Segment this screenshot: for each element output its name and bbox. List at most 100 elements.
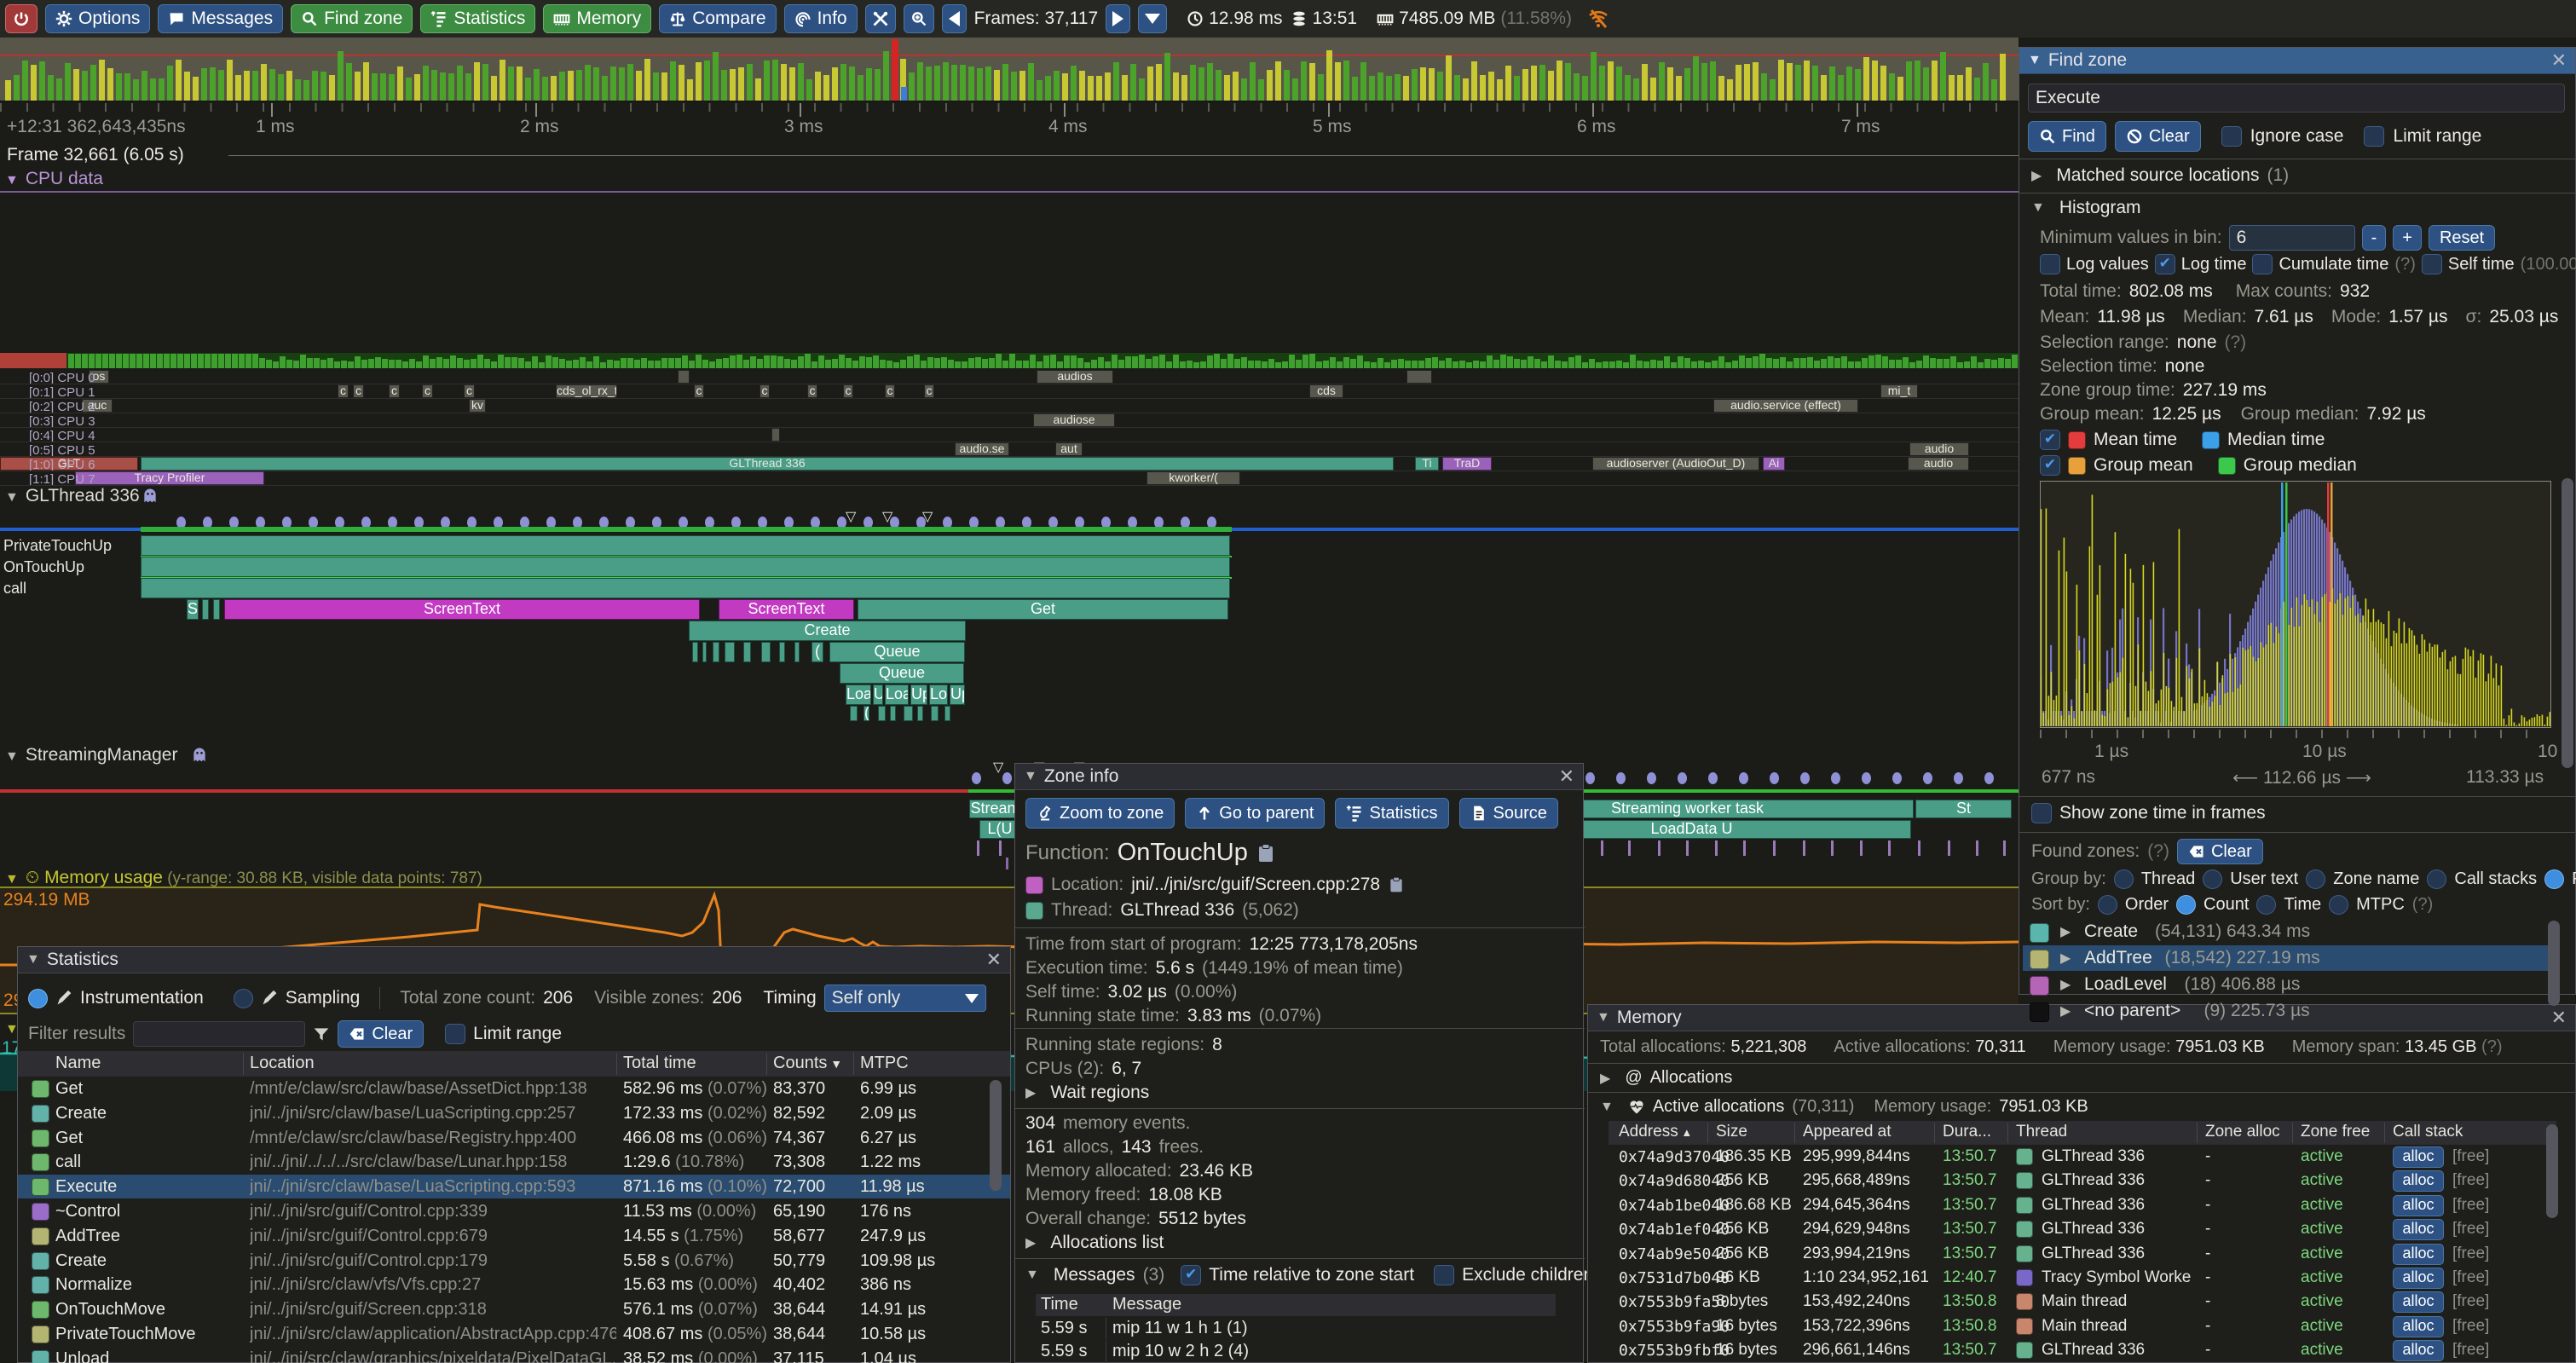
message-dot[interactable]: [1770, 772, 1779, 784]
frame-bar[interactable]: [423, 66, 429, 101]
frame-bar[interactable]: [661, 72, 667, 101]
zone-bar[interactable]: [890, 706, 896, 721]
frame-bar[interactable]: [525, 78, 531, 101]
table-row[interactable]: OnTouchMovejni/../jni/src/guif/Screen.cp…: [18, 1297, 1010, 1321]
find-clear-button[interactable]: Clear: [2115, 121, 2201, 152]
found-zone-row[interactable]: ▶AddTree(18,542) 227.19 ms: [2023, 945, 2558, 971]
message-row[interactable]: 5.59 smip 10 w 2 h 2 (4): [1036, 1341, 1556, 1363]
zone-bar[interactable]: Ti: [1415, 457, 1439, 471]
frame-bar[interactable]: [798, 63, 804, 101]
frame-bar[interactable]: [1923, 67, 1929, 101]
Groupby-radio-zonename[interactable]: [2306, 869, 2325, 889]
frame-bar[interactable]: [1292, 78, 1298, 101]
table-row[interactable]: 0x7553b9fa508 bytes153,492,240ns13:50.8M…: [1609, 1290, 2556, 1314]
frame-bar[interactable]: [1335, 62, 1341, 101]
zone-bar[interactable]: cds_ol_rx_thr: [556, 384, 617, 398]
fz-limit-range-checkbox[interactable]: [2364, 126, 2384, 147]
zone-bar[interactable]: c: [694, 384, 704, 398]
frame-bar[interactable]: [56, 78, 62, 101]
statistics-table[interactable]: Get/mnt/e/claw/src/claw/base/AssetDict.h…: [18, 1077, 1010, 1363]
frame-bar[interactable]: [82, 71, 88, 101]
frame-bar[interactable]: [1650, 78, 1656, 101]
frame-bar[interactable]: [150, 78, 156, 101]
frame-bar[interactable]: [1113, 62, 1119, 101]
frame-bar[interactable]: [210, 67, 216, 101]
table-row[interactable]: Unloadjni/../jni/src/claw/graphics/pixel…: [18, 1347, 1010, 1363]
table-row[interactable]: 0x74ab1ef040256 KB294,629,948ns13:50.7GL…: [1609, 1217, 2556, 1241]
Groupby-radio-callstacks[interactable]: [2427, 869, 2446, 889]
frame-bar[interactable]: [534, 69, 540, 101]
zone-info-title[interactable]: ▼Zone info✕: [1015, 764, 1583, 790]
table-row[interactable]: 0x74a9d37040186.35 KB295,999,844ns13:50.…: [1609, 1145, 2556, 1169]
close-icon[interactable]: ✕: [986, 949, 1002, 971]
log-time-checkbox[interactable]: [2155, 254, 2175, 274]
zone-bar[interactable]: audiose: [1033, 413, 1115, 427]
frame-bar[interactable]: [1224, 75, 1230, 101]
table-row[interactable]: AddTreejni/../jni/src/guif/Control.cpp:6…: [18, 1224, 1010, 1248]
column-header[interactable]: Total time: [623, 1054, 696, 1073]
zone-bar[interactable]: c: [338, 384, 349, 398]
frame-bar[interactable]: [1991, 79, 1997, 101]
alloc-callstack-button[interactable]: alloc: [2393, 1244, 2444, 1265]
frame-bar[interactable]: [1267, 70, 1273, 101]
frame-bar[interactable]: [985, 66, 991, 101]
frame-bar[interactable]: [286, 71, 292, 101]
close-icon[interactable]: ✕: [2551, 49, 2567, 72]
frame-bar[interactable]: [1454, 75, 1460, 101]
frame-bar[interactable]: [159, 78, 165, 101]
frame-bar[interactable]: [73, 69, 79, 101]
find-zone-scrollbar[interactable]: [2562, 478, 2573, 768]
frame-bar[interactable]: [1633, 78, 1639, 101]
found-zones-scrollbar[interactable]: [2548, 921, 2560, 1006]
zone-bar[interactable]: Lo: [929, 684, 948, 705]
frame-bar[interactable]: [346, 63, 352, 101]
message-dot[interactable]: [1739, 772, 1748, 784]
Groupby-radio-thread[interactable]: [2114, 869, 2134, 889]
frame-bar[interactable]: [696, 62, 702, 101]
frame-bar[interactable]: [1693, 56, 1699, 101]
self-time-checkbox[interactable]: [2422, 254, 2442, 274]
frame-bar[interactable]: [883, 51, 889, 101]
zone-bar[interactable]: c: [885, 384, 895, 398]
frame-bar[interactable]: [781, 64, 787, 101]
zone-bar[interactable]: kworker/(: [1146, 471, 1240, 485]
frame-bar[interactable]: [1105, 72, 1111, 101]
frame-bar[interactable]: [355, 72, 361, 101]
frame-bar[interactable]: [1599, 66, 1605, 101]
frame-bar[interactable]: [730, 69, 736, 101]
column-header[interactable]: MTPC: [860, 1054, 909, 1073]
frame-bar[interactable]: [832, 67, 838, 101]
frame-bar[interactable]: [1258, 79, 1264, 101]
frame-bar[interactable]: [1557, 61, 1562, 101]
frame-bar[interactable]: [482, 64, 488, 101]
frame-bar[interactable]: [133, 79, 139, 101]
frame-bar[interactable]: [764, 61, 770, 101]
stats-limit-range-checkbox[interactable]: [445, 1024, 465, 1044]
frame-bar[interactable]: [610, 66, 616, 101]
frame-bar[interactable]: [295, 79, 301, 101]
frame-bar[interactable]: [1198, 67, 1204, 101]
frame-bar[interactable]: [193, 77, 199, 101]
frame-bar[interactable]: [670, 61, 676, 101]
message-dot[interactable]: [1647, 772, 1656, 784]
frame-bar[interactable]: [1241, 78, 1247, 101]
zone-bar[interactable]: [917, 706, 923, 721]
zone-bar[interactable]: ScreenText: [719, 599, 854, 620]
filter-clear-button[interactable]: Clear: [338, 1020, 424, 1048]
expand-icon[interactable]: ▶: [2060, 923, 2071, 940]
frame-bar[interactable]: [278, 74, 284, 101]
message-dot[interactable]: [1831, 772, 1840, 784]
frame-bar[interactable]: [1054, 71, 1060, 101]
zone-bar[interactable]: [678, 370, 690, 384]
frame-bar[interactable]: [806, 79, 812, 101]
frame-bar[interactable]: [1019, 71, 1025, 101]
frame-bar[interactable]: [1701, 63, 1707, 101]
frame-bar[interactable]: [1855, 69, 1861, 101]
matched-locations-toggle[interactable]: ▶Matched source locations(1): [2031, 165, 2289, 186]
frame-bar[interactable]: [1233, 72, 1239, 101]
frame-bar[interactable]: [1343, 61, 1349, 101]
zone-bar[interactable]: [931, 706, 939, 721]
frame-bar[interactable]: [823, 75, 829, 101]
frame-bar[interactable]: [1037, 80, 1043, 101]
alloc-callstack-button[interactable]: alloc: [2393, 1316, 2444, 1337]
